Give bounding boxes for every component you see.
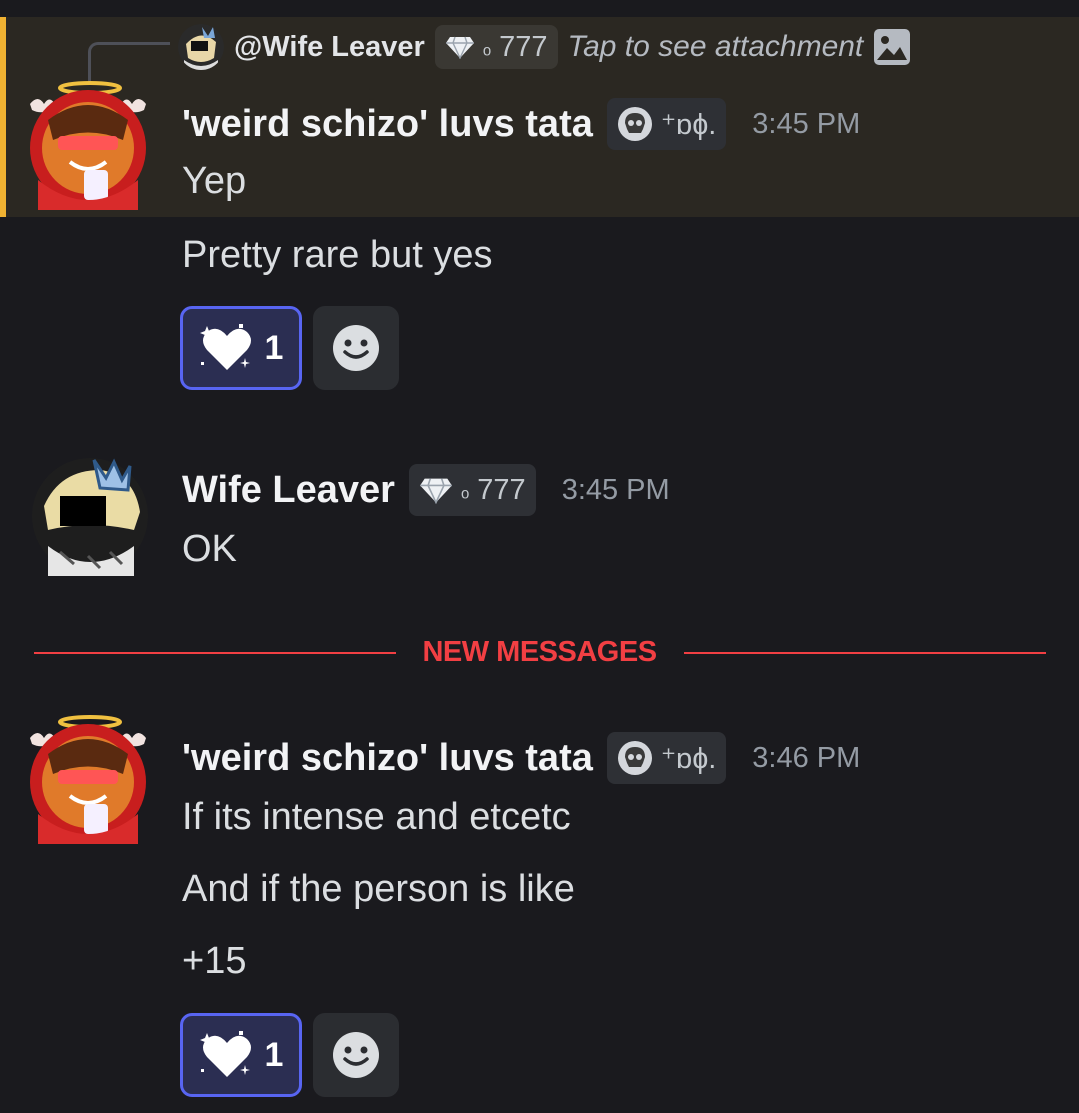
timestamp: 3:45 PM <box>752 107 861 140</box>
message-text: And if the person is like <box>182 868 575 910</box>
message-text: Yep <box>182 160 247 202</box>
reply-connector <box>88 42 170 82</box>
attachment-link[interactable]: Tap to see attachment <box>568 30 864 64</box>
message-header-3: 'weird schizo' luvs tata ⁺ɒɸ. 3:46 PM <box>182 730 860 786</box>
username[interactable]: 'weird schizo' luvs tata <box>182 737 593 780</box>
skull-icon <box>617 107 652 141</box>
reply-tag-dot: ₒ <box>482 34 492 59</box>
chat-page: @Wife Leaver ₒ 777 Tap to see attachment <box>0 0 1079 1113</box>
message-text: Pretty rare but yes <box>182 234 493 276</box>
message-header-2: Wife Leaver ₒ 777 3:45 PM <box>182 462 670 518</box>
image-icon <box>874 29 911 65</box>
user-tag-text: ⁺ɒɸ. <box>660 108 717 141</box>
reaction-count: 1 <box>264 1035 284 1074</box>
user-tag: ⁺ɒɸ. <box>606 732 727 784</box>
user-avatar-schizo[interactable] <box>28 714 148 844</box>
message-header-1: 'weird schizo' luvs tata ⁺ɒɸ. 3:45 PM <box>182 96 860 152</box>
skull-icon <box>617 741 652 775</box>
reply-user-tag: ₒ 777 <box>434 25 558 69</box>
reply-preview[interactable]: @Wife Leaver ₒ 777 Tap to see attachment <box>178 24 911 70</box>
reaction-count: 1 <box>264 328 284 367</box>
user-tag-text: ⁺ɒɸ. <box>660 742 717 775</box>
smiley-icon <box>333 1032 379 1078</box>
reply-mention[interactable]: @Wife Leaver <box>234 31 425 64</box>
timestamp: 3:46 PM <box>752 741 861 774</box>
reaction-sparkle-heart[interactable]: 1 <box>180 306 302 390</box>
user-tag-dot: ₒ <box>460 477 470 502</box>
add-reaction-button[interactable] <box>313 1013 399 1097</box>
user-tag-value: 777 <box>477 473 526 506</box>
username[interactable]: Wife Leaver <box>182 469 395 512</box>
diamond-icon <box>420 478 452 504</box>
username[interactable]: 'weird schizo' luvs tata <box>182 103 593 146</box>
smiley-icon <box>333 325 379 371</box>
user-avatar-schizo[interactable] <box>28 80 148 210</box>
sparkle-heart-icon <box>199 324 251 370</box>
diamond-icon <box>445 36 474 59</box>
add-reaction-button[interactable] <box>313 306 399 390</box>
reply-tag-value: 777 <box>499 30 548 63</box>
reply-avatar[interactable] <box>178 24 224 70</box>
new-messages-label: NEW MESSAGES <box>422 636 657 668</box>
user-tag: ⁺ɒɸ. <box>606 98 727 150</box>
user-tag: ₒ 777 <box>408 464 536 516</box>
message-text: +15 <box>182 940 247 982</box>
timestamp: 3:45 PM <box>561 473 670 506</box>
message-text: OK <box>182 528 237 570</box>
user-avatar-wife-leaver[interactable] <box>30 456 150 576</box>
sparkle-heart-icon <box>199 1031 251 1077</box>
message-text: If its intense and etcetc <box>182 796 571 838</box>
reaction-sparkle-heart[interactable]: 1 <box>180 1013 302 1097</box>
